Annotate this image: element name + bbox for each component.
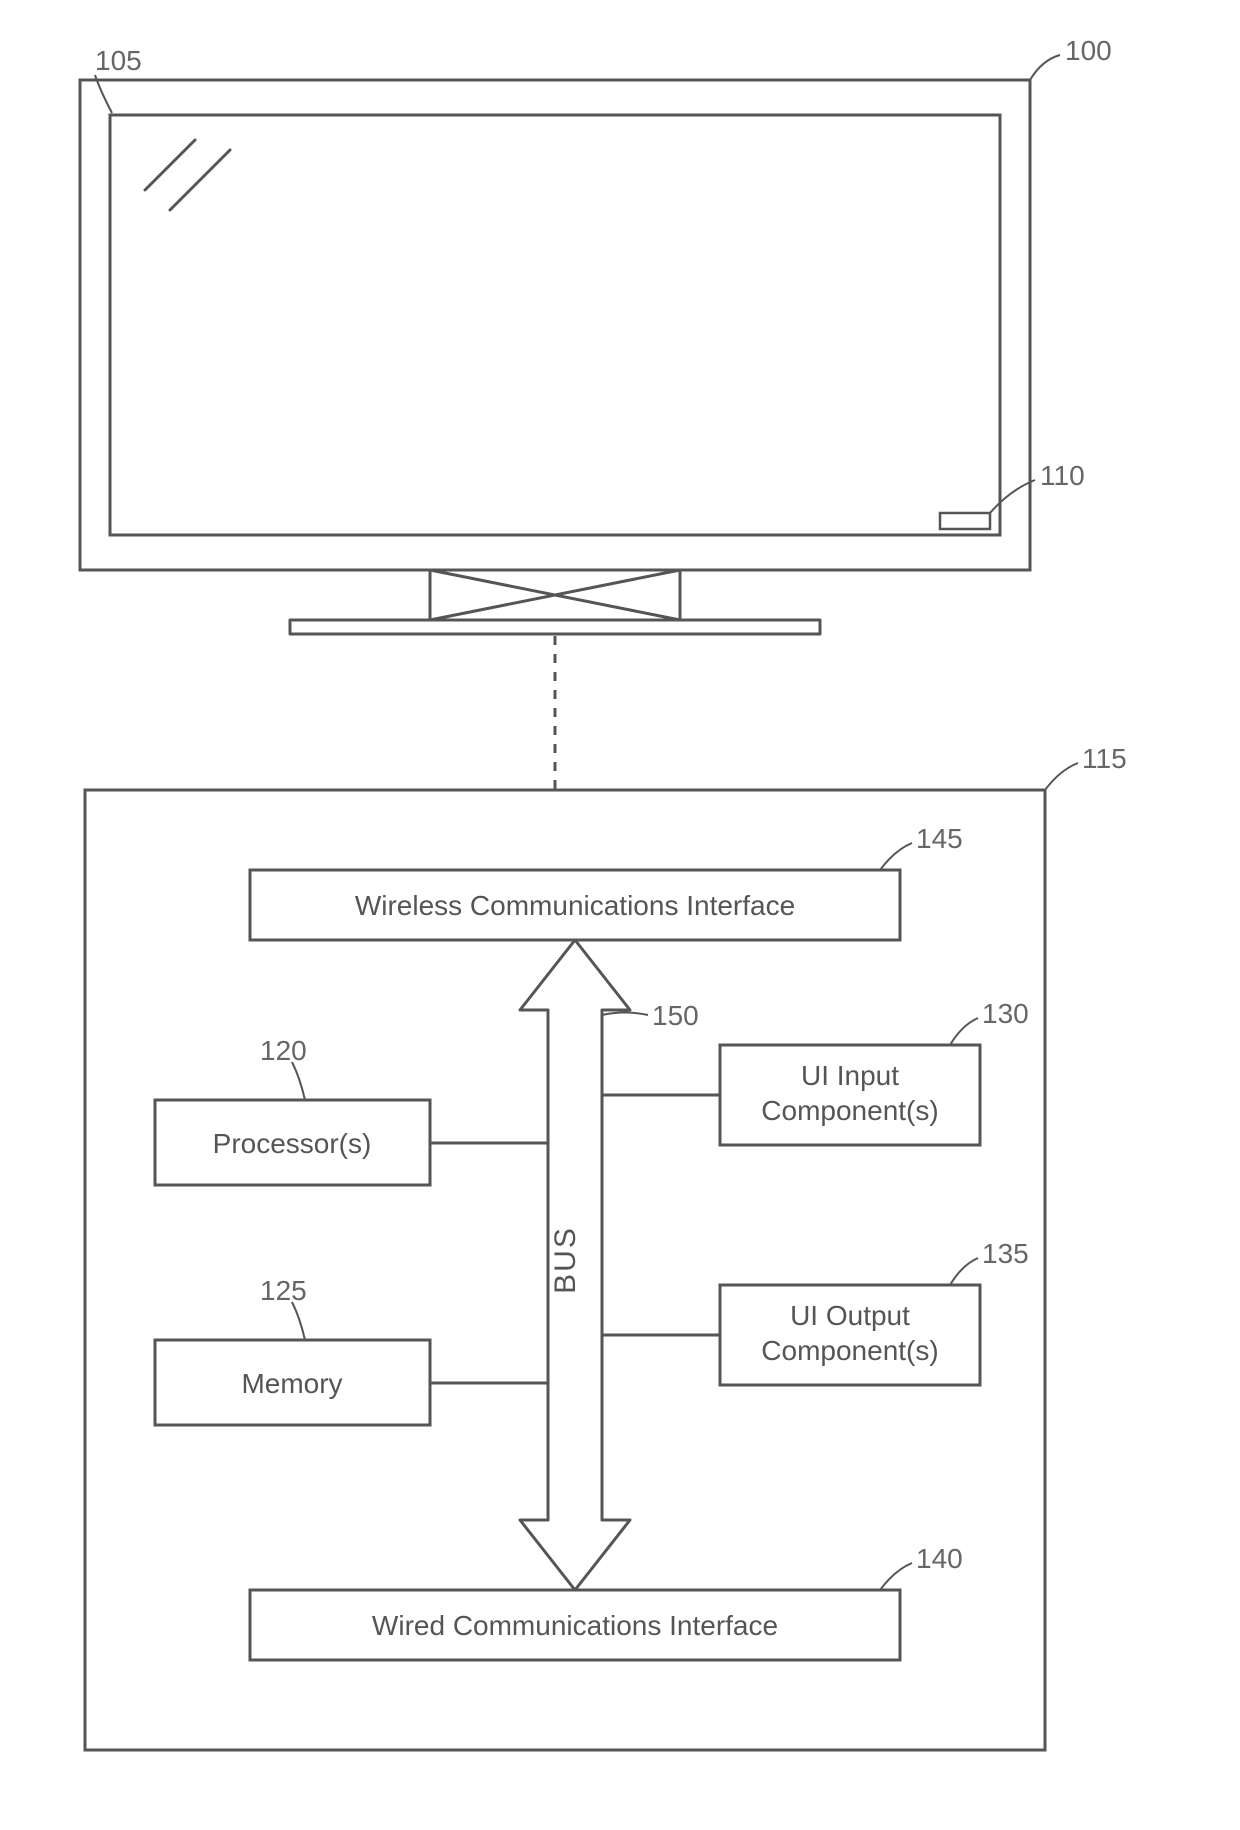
block-ui-input-label-2: Component(s)	[761, 1095, 938, 1126]
block-wired-label: Wired Communications Interface	[372, 1610, 778, 1641]
tv-screen	[110, 115, 1000, 535]
label-125: 125	[260, 1275, 307, 1306]
label-150: 150	[652, 1000, 699, 1031]
tv-device	[80, 80, 1030, 634]
label-100: 100	[1065, 35, 1112, 66]
block-wireless: Wireless Communications Interface	[250, 870, 900, 940]
block-ui-output-label-2: Component(s)	[761, 1335, 938, 1366]
tv-sensor	[940, 513, 990, 529]
block-wireless-label: Wireless Communications Interface	[355, 890, 795, 921]
label-135: 135	[982, 1238, 1029, 1269]
block-wired: Wired Communications Interface	[250, 1590, 900, 1660]
label-105: 105	[95, 45, 142, 76]
block-processor-label: Processor(s)	[213, 1128, 372, 1159]
label-110: 110	[1040, 460, 1085, 491]
label-140: 140	[916, 1543, 963, 1574]
block-ui-output: UI Output Component(s)	[720, 1285, 980, 1385]
block-memory-label: Memory	[241, 1368, 342, 1399]
label-120: 120	[260, 1035, 307, 1066]
label-115: 115	[1082, 743, 1127, 774]
label-130: 130	[982, 998, 1029, 1029]
block-processor: Processor(s)	[155, 1100, 430, 1185]
tv-stand	[290, 570, 820, 634]
block-ui-input: UI Input Component(s)	[720, 1045, 980, 1145]
block-ui-input-label-1: UI Input	[801, 1060, 899, 1091]
block-memory: Memory	[155, 1340, 430, 1425]
bus-arrow: BUS	[520, 940, 630, 1590]
label-145: 145	[916, 823, 963, 854]
bus-label: BUS	[549, 1226, 582, 1294]
glare-icon	[145, 140, 230, 210]
block-ui-output-label-1: UI Output	[790, 1300, 910, 1331]
